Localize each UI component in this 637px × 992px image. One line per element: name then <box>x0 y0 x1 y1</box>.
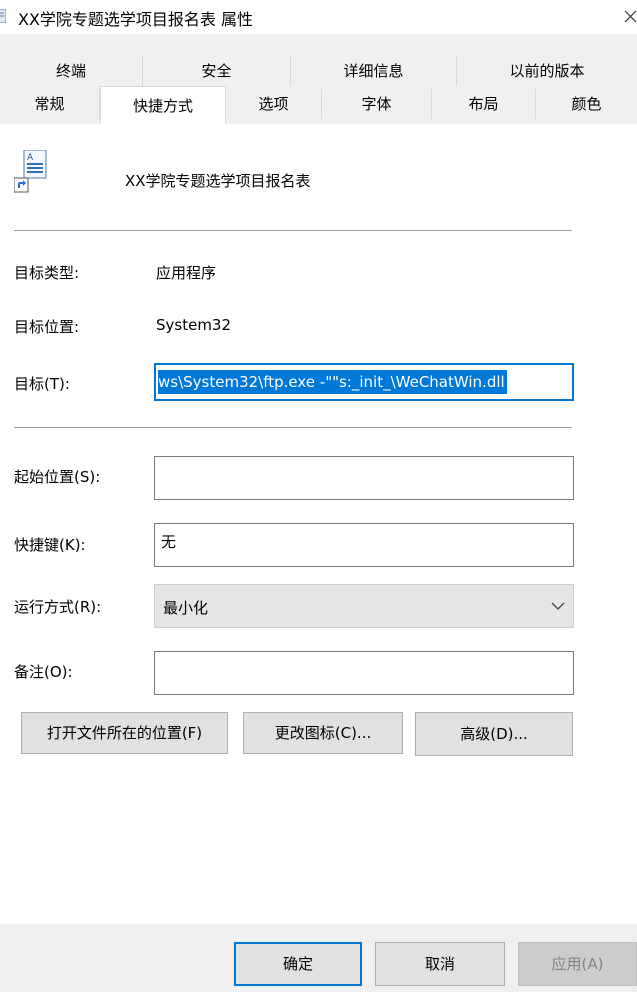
close-icon[interactable] <box>612 2 637 30</box>
shortcut-name: XX学院专题选学项目报名表 <box>125 172 311 190</box>
target-input[interactable]: ws\System32\ftp.exe -""s:_init_\WeChatWi… <box>154 363 574 401</box>
tab-font[interactable]: 字体 <box>322 89 432 119</box>
comment-input[interactable] <box>154 651 574 695</box>
comment-label: 备注(O): <box>14 663 73 681</box>
ok-button[interactable]: 确定 <box>234 942 362 986</box>
target-label: 目标(T): <box>14 375 70 393</box>
hotkey-value: 无 <box>161 533 177 551</box>
cancel-button[interactable]: 取消 <box>375 942 505 986</box>
tab-options[interactable]: 选项 <box>226 89 322 119</box>
tab-colors[interactable]: 颜色 <box>536 89 637 119</box>
open-file-location-button[interactable]: 打开文件所在的位置(F) <box>21 712 228 754</box>
tab-previous-versions[interactable]: 以前的版本 <box>457 56 637 86</box>
run-select-value: 最小化 <box>163 599 209 617</box>
target-location-label: 目标位置: <box>14 318 80 336</box>
title-bar: XX学院专题选学项目报名表 属性 <box>0 0 637 34</box>
hotkey-input[interactable]: 无 <box>154 523 574 567</box>
apply-button[interactable]: 应用(A) <box>518 942 637 986</box>
tab-layout[interactable]: 布局 <box>432 89 536 119</box>
target-type-label: 目标类型: <box>14 264 80 282</box>
svg-text:A: A <box>27 153 34 163</box>
document-shortcut-icon: A <box>14 150 47 193</box>
tab-security[interactable]: 安全 <box>143 56 291 86</box>
tab-details[interactable]: 详细信息 <box>291 56 457 86</box>
target-input-value: ws\System32\ftp.exe -""s:_init_\WeChatWi… <box>158 370 507 394</box>
document-shortcut-icon <box>0 9 6 23</box>
start-in-label: 起始位置(S): <box>14 468 101 486</box>
separator <box>14 230 572 231</box>
window-title: XX学院专题选学项目报名表 属性 <box>18 10 254 29</box>
hotkey-label: 快捷键(K): <box>14 536 86 554</box>
run-select[interactable]: 最小化 <box>154 584 574 628</box>
start-in-input[interactable] <box>154 456 574 500</box>
run-label: 运行方式(R): <box>14 598 102 616</box>
target-type-value: 应用程序 <box>156 264 217 282</box>
target-location-value: System32 <box>156 316 232 334</box>
tab-terminal[interactable]: 终端 <box>0 56 143 86</box>
tab-general[interactable]: 常规 <box>0 89 100 119</box>
advanced-button[interactable]: 高级(D)... <box>415 712 573 756</box>
separator <box>14 427 572 428</box>
change-icon-button[interactable]: 更改图标(C)... <box>243 712 403 754</box>
chevron-down-icon <box>551 602 565 610</box>
tab-shortcut[interactable]: 快捷方式 <box>100 86 226 124</box>
